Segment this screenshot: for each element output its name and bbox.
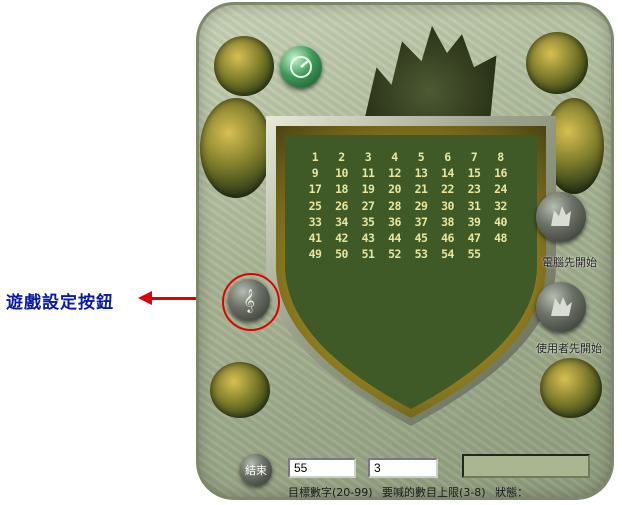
board-number: 27 xyxy=(361,198,375,213)
board-number: 39 xyxy=(467,214,481,229)
board-number: 54 xyxy=(441,247,454,262)
board-number: 28 xyxy=(388,198,401,213)
max-call-input[interactable] xyxy=(368,458,438,478)
board-number: 6 xyxy=(444,150,451,164)
scroll-ornament xyxy=(210,362,270,418)
board-number: 42 xyxy=(335,231,348,245)
game-panel: 1 2 3 4 5 6 7 8 9 10 11 12 13 14 15 16 17 18 19 20 21 22 23 24 2… xyxy=(196,2,614,500)
dragon-head-icon xyxy=(536,282,586,332)
board-number: 9 xyxy=(311,166,319,181)
scroll-ornament xyxy=(200,98,272,198)
scroll-ornament xyxy=(540,358,602,418)
board-number: 34 xyxy=(335,214,348,229)
board-number: 31 xyxy=(467,198,481,213)
board-number: 8 xyxy=(497,150,504,164)
clock-button[interactable] xyxy=(280,46,322,88)
board-number: 49 xyxy=(308,247,322,262)
board-number: 16 xyxy=(494,166,507,181)
board-number: 4 xyxy=(391,150,398,164)
end-button[interactable]: 結束 xyxy=(240,454,272,486)
board-number: 46 xyxy=(441,231,454,245)
scroll-ornament xyxy=(214,36,274,96)
computer-first-button[interactable] xyxy=(536,192,586,242)
max-call-label: 要喊的數目上限(3-8) xyxy=(382,486,486,499)
user-first-button[interactable] xyxy=(536,282,586,332)
settings-button-callout: 遊戲設定按鈕 xyxy=(6,293,114,313)
board-number: 14 xyxy=(441,166,454,181)
board-number: 1 xyxy=(311,150,319,164)
board-number: 30 xyxy=(441,198,454,213)
board-number: 7 xyxy=(470,150,478,164)
board-number: 47 xyxy=(467,231,481,245)
board-number: 3 xyxy=(364,150,372,164)
end-button-label: 結束 xyxy=(245,464,267,477)
board-number: 43 xyxy=(361,231,375,245)
board-number: 38 xyxy=(441,214,454,229)
board-number: 29 xyxy=(414,198,428,213)
status-display xyxy=(462,454,590,478)
board-number: 17 xyxy=(308,182,322,197)
board-number: 55 xyxy=(467,247,481,262)
board-number: 35 xyxy=(361,214,375,229)
board-number: 11 xyxy=(361,166,375,181)
settings-highlight-ring xyxy=(222,273,280,331)
target-number-input[interactable] xyxy=(288,458,356,478)
board-number: 10 xyxy=(335,166,348,181)
clock-needle-icon xyxy=(280,46,322,88)
board-number: 25 xyxy=(308,198,322,213)
board-number: 51 xyxy=(361,247,375,262)
board-number: 5 xyxy=(417,150,425,164)
board-number: 22 xyxy=(441,182,454,197)
board-number: 53 xyxy=(414,247,428,262)
board-number: 23 xyxy=(467,182,481,197)
board-number: 44 xyxy=(388,231,401,245)
board-number: 36 xyxy=(388,214,401,229)
board-number: 40 xyxy=(494,214,507,229)
board-number: 37 xyxy=(414,214,428,229)
board-number: 15 xyxy=(467,166,481,181)
dragon-head-icon xyxy=(536,192,586,242)
board-number: 48 xyxy=(494,231,507,245)
board-number: 18 xyxy=(335,182,348,197)
board-number: 52 xyxy=(388,247,401,262)
target-label: 目標數字(20-99) xyxy=(288,486,373,499)
board-number: 26 xyxy=(335,198,348,213)
board-number: 24 xyxy=(494,182,507,197)
board-number: 13 xyxy=(414,166,428,181)
board-number: 33 xyxy=(308,214,322,229)
user-first-label: 使用者先開始 xyxy=(536,342,602,355)
bottom-labels: 目標數字(20-99) 要喊的數目上限(3-8) 狀態： xyxy=(288,484,534,500)
board-number: 21 xyxy=(414,182,428,197)
scroll-ornament xyxy=(526,32,588,94)
board-number: 45 xyxy=(414,231,428,245)
board-number: 2 xyxy=(338,150,345,164)
board-number: 50 xyxy=(335,247,348,262)
status-label: 狀態： xyxy=(495,486,529,499)
board-number: 12 xyxy=(388,166,401,181)
computer-first-label: 電腦先開始 xyxy=(542,256,597,269)
board-number: 20 xyxy=(388,182,401,197)
board-number: 19 xyxy=(361,182,375,197)
board-number: 32 xyxy=(494,198,507,213)
board-number: 41 xyxy=(308,231,322,245)
